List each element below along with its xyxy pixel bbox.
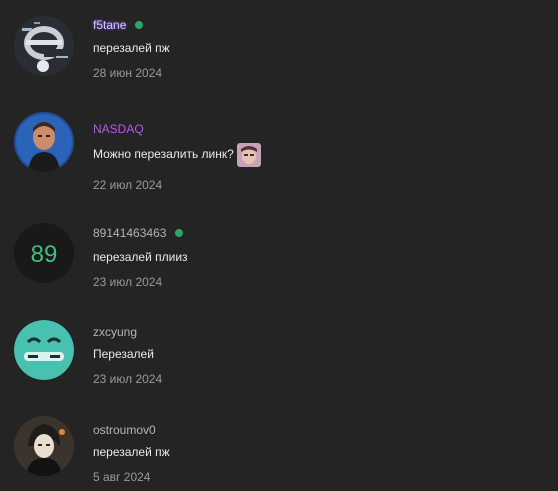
avatar-text: 89 xyxy=(31,241,58,268)
number-avatar: 89 xyxy=(14,223,74,283)
message-date: 22 июл 2024 xyxy=(93,178,163,192)
anime-character-icon xyxy=(14,416,74,476)
avatar[interactable]: 89 xyxy=(14,223,74,283)
conversation-header: f5tane xyxy=(93,16,144,34)
glitch-logo-icon xyxy=(14,16,74,76)
avatar[interactable] xyxy=(14,320,74,380)
avatar[interactable] xyxy=(14,112,74,172)
image-thumbnail-icon[interactable] xyxy=(236,143,261,167)
nickname[interactable]: f5tane xyxy=(93,18,126,32)
conversation-item[interactable]: f5tane перезалей пж 28 июн 2024 xyxy=(0,8,558,108)
message-preview: Перезалей xyxy=(93,347,154,361)
conversation-header: ostroumov0 xyxy=(93,421,156,439)
conversation-list: f5tane перезалей пж 28 июн 2024 NASDAQ М… xyxy=(0,0,558,491)
message-preview: перезалей плииз xyxy=(93,250,188,264)
message-date: 5 авг 2024 xyxy=(93,470,151,484)
nickname[interactable]: zxcyung xyxy=(93,325,137,339)
online-indicator xyxy=(175,228,184,237)
conversation-item[interactable]: 89 89141463463 перезалей плииз 23 июл 20… xyxy=(0,216,558,316)
avatar[interactable] xyxy=(14,16,74,76)
portrait-photo-icon xyxy=(14,112,74,172)
message-date: 23 июл 2024 xyxy=(93,372,163,386)
message-preview: Можно перезалить линк? xyxy=(93,143,261,167)
avatar[interactable] xyxy=(14,416,74,476)
conversation-item[interactable]: ostroumov0 перезалей пж 5 авг 2024 xyxy=(0,413,558,491)
message-date: 28 июн 2024 xyxy=(93,66,163,80)
message-preview: перезалей пж xyxy=(93,445,170,459)
conversation-header: NASDAQ xyxy=(93,120,144,138)
conversation-header: 89141463463 xyxy=(93,224,184,242)
nickname[interactable]: NASDAQ xyxy=(93,122,144,136)
nickname[interactable]: ostroumov0 xyxy=(93,423,156,437)
cartoon-face-icon xyxy=(14,320,74,380)
conversation-header: zxcyung xyxy=(93,323,137,341)
message-text: Можно перезалить линк? xyxy=(93,147,234,162)
nickname[interactable]: 89141463463 xyxy=(93,226,166,240)
message-preview: перезалей пж xyxy=(93,41,170,55)
conversation-item[interactable]: zxcyung Перезалей 23 июл 2024 xyxy=(0,315,558,415)
online-indicator xyxy=(135,20,144,29)
conversation-item[interactable]: NASDAQ Можно перезалить линк? 22 июл 202… xyxy=(0,112,558,212)
message-date: 23 июл 2024 xyxy=(93,275,163,289)
